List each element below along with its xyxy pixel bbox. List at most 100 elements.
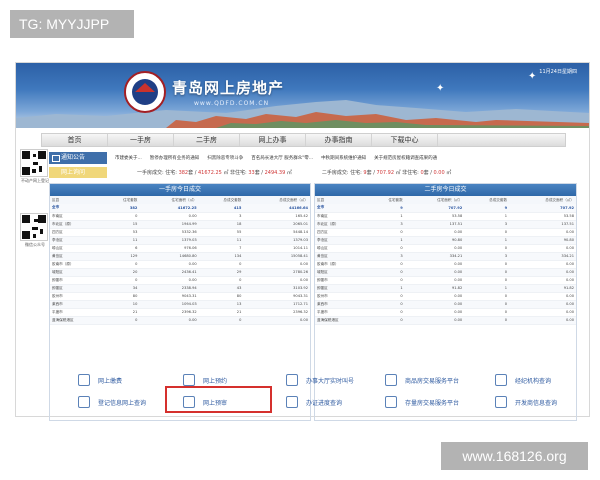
table-cell: 7 — [198, 244, 244, 253]
daily-stats-bar: 网上询问 一手房成交: 住宅: 382套 / 41672.25 ㎡ 非住宅: 3… — [49, 166, 569, 178]
table-row: 市北区（原） 15 1944.99 18 2065.01 — [50, 220, 310, 229]
table-cell: 129 — [102, 252, 140, 261]
table-cell: 53 — [102, 228, 140, 237]
table-cell: 0.00 — [509, 260, 576, 269]
table-row: 即墨区 34 2338.94 43 3103.92 — [50, 284, 310, 293]
certificate-progress-link[interactable]: 办证进度查询 — [286, 392, 342, 412]
house-icon — [385, 396, 397, 408]
table-cell: 2436.41 — [139, 268, 199, 277]
table-cell: 0 — [464, 292, 510, 301]
table-cell: 全市 — [50, 204, 102, 213]
online-inquiry-button[interactable]: 网上询问 — [49, 166, 107, 178]
notice-item[interactable]: 扫黑除恶专项斗争 — [207, 155, 243, 161]
table-row: 黄岛区 129 14680.80 134 15058.41 — [50, 252, 310, 261]
table-cell: 34 — [102, 284, 140, 293]
table-cell: 0.00 — [509, 308, 576, 317]
table-cell: 0 — [198, 260, 244, 269]
agency-lookup-link[interactable]: 经纪机构查询 — [495, 370, 551, 390]
notice-item[interactable]: 市建委关于... — [115, 155, 142, 161]
queue-number-link[interactable]: 办事大厅实时叫号 — [286, 370, 354, 390]
table-cell: 2338.94 — [139, 284, 199, 293]
table-row: 胶州市 0 0.00 0 0.00 — [315, 292, 576, 301]
table-cell: 0.00 — [509, 316, 576, 325]
resale-homes-table: 区县 住宅套数 住宅面积（㎡） 总成交套数 总成交面积（㎡） 全市 9 707.92 9 707.… — [315, 196, 576, 325]
table-cell: 即墨市 — [50, 276, 102, 285]
website-frame: ✦ ✦ 青岛网上房地产 www.QDFD.COM.CN 11月24日星期四 首页… — [15, 62, 590, 421]
table-header-row: 区县 住宅套数 住宅面积（㎡） 总成交套数 总成交面积（㎡） — [315, 196, 576, 204]
nav-online-services[interactable]: 网上办事 — [240, 134, 306, 146]
table-cell: 0 — [464, 308, 510, 317]
table-cell: 1379.03 — [243, 236, 310, 245]
table-row: 四方区 0 0.00 0 0.00 — [315, 228, 576, 237]
nav-home[interactable]: 首页 — [42, 134, 108, 146]
online-payment-link[interactable]: 网上缴费 — [78, 370, 122, 390]
table-cell: 976.06 — [139, 244, 199, 253]
search-icon — [78, 396, 90, 408]
nav-downloads[interactable]: 下载中心 — [372, 134, 438, 146]
notice-item[interactable]: 关于规范房屋权籍调查成果的通 — [374, 155, 437, 161]
table-cell: 9 — [367, 204, 405, 213]
table-cell: 707.92 — [509, 204, 576, 213]
table-row: 平度市 0 0.00 0 0.00 — [315, 308, 576, 317]
sparkle-icon: ✦ — [528, 71, 537, 82]
table-cell: 1944.99 — [139, 220, 199, 229]
table-cell: 334.21 — [404, 252, 465, 261]
tg-watermark-label: TG: MYYJJPP — [10, 10, 134, 38]
table-cell: 0.00 — [509, 276, 576, 285]
column-header: 住宅面积（㎡） — [139, 196, 199, 204]
table-cell: 胶南市（原） — [50, 260, 102, 269]
notice-item[interactable]: 暂停办理所有业务的通知 — [150, 155, 200, 161]
table-row: 市北区（原） 3 137.51 3 137.51 — [315, 220, 576, 229]
table-cell: 0.00 — [404, 316, 465, 325]
table-cell: 1 — [464, 284, 510, 293]
table-cell: 0 — [367, 308, 405, 317]
site-banner: ✦ ✦ 青岛网上房地产 www.QDFD.COM.CN 11月24日星期四 — [16, 63, 589, 128]
resale-platform-link[interactable]: 存量房交易服务平台 — [385, 392, 459, 412]
table-row: 莱西市 0 0.00 0 0.00 — [315, 300, 576, 309]
qr-caption: 微信公众号 — [25, 242, 45, 247]
table-cell: 1 — [367, 284, 405, 293]
table-cell: 137.51 — [404, 220, 465, 229]
table-cell: 0 — [367, 316, 405, 325]
table-cell: 18 — [198, 220, 244, 229]
table-cell: 胶州市 — [315, 292, 368, 301]
table-cell: 0 — [464, 260, 510, 269]
table-cell: 0 — [367, 260, 405, 269]
qr-code-icon — [20, 213, 48, 241]
nav-resale-homes[interactable]: 二手房 — [174, 134, 240, 146]
table-cell: 蓝海保税港区 — [315, 316, 368, 325]
column-header: 区县 — [50, 196, 102, 204]
table-cell: 0.00 — [509, 228, 576, 237]
notice-item[interactable]: 百名局长进大厅 服务群众"零... — [251, 155, 313, 161]
table-cell: 四方区 — [315, 228, 368, 237]
column-header: 住宅套数 — [367, 196, 405, 204]
column-header: 住宅套数 — [102, 196, 140, 204]
table-row: 胶州市 80 9043.31 80 9043.31 — [50, 292, 310, 301]
table-cell: 0 — [102, 260, 140, 269]
table-cell: 13 — [198, 300, 244, 309]
notice-item[interactable]: 中秋期间系统维护通知 — [321, 155, 366, 161]
table-cell: 0 — [464, 316, 510, 325]
table-row: 平度市 21 2396.32 21 2396.32 — [50, 308, 310, 317]
person-check-icon — [495, 374, 507, 386]
table-cell: 市北区（原） — [315, 220, 368, 229]
table-cell: 91.82 — [404, 284, 465, 293]
grid-icon — [495, 396, 507, 408]
notice-button[interactable]: 通知公告 — [49, 152, 107, 164]
nav-new-homes[interactable]: 一手房 — [108, 134, 174, 146]
table-cell: 55 — [198, 228, 244, 237]
table-cell: 15058.41 — [243, 252, 310, 261]
developer-lookup-link[interactable]: 开发商信息查询 — [495, 392, 557, 412]
qr-code-wechat: 微信公众号 — [20, 213, 50, 248]
site-logo[interactable] — [124, 71, 166, 113]
new-home-platform-link[interactable]: 商品房交易服务平台 — [385, 370, 459, 390]
table-row: 莱西市 10 1094.03 13 1712.71 — [50, 300, 310, 309]
calendar-icon — [183, 374, 195, 386]
speech-bubble-icon — [286, 374, 298, 386]
nav-service-guide[interactable]: 办事指南 — [306, 134, 372, 146]
table-cell: 1 — [367, 212, 405, 221]
table-cell: 15 — [102, 220, 140, 229]
registration-lookup-link[interactable]: 登记信息网上查询 — [78, 392, 146, 412]
site-url: www.QDFD.COM.CN — [194, 100, 270, 107]
table-row: 李沧区 11 1379.03 11 1379.03 — [50, 236, 310, 245]
